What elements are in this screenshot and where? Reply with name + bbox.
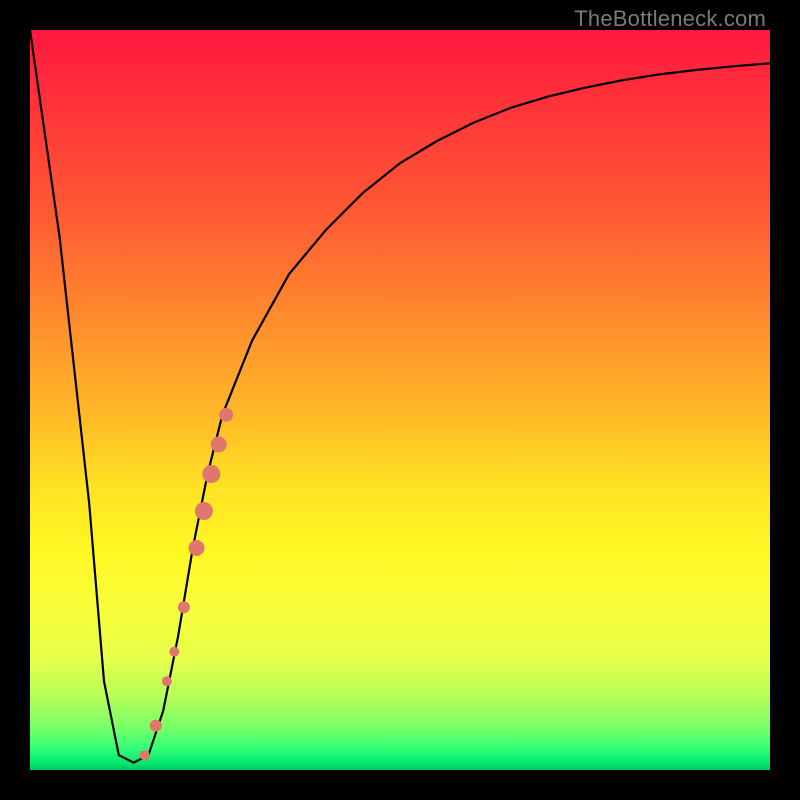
chart-frame: TheBottleneck.com — [0, 0, 800, 800]
plot-area — [30, 30, 770, 770]
highlight-dot — [219, 408, 233, 422]
highlight-dot — [189, 540, 205, 556]
highlight-dot — [169, 647, 179, 657]
highlight-dot — [162, 676, 172, 686]
highlight-dot — [140, 750, 150, 760]
attribution-text: TheBottleneck.com — [574, 6, 766, 32]
highlight-dot — [211, 436, 227, 452]
bottleneck-curve — [30, 30, 770, 763]
highlight-dot — [150, 720, 162, 732]
curve-path — [30, 30, 770, 763]
curve-layer — [30, 30, 770, 770]
highlight-dot — [195, 502, 213, 520]
highlight-dot — [202, 465, 220, 483]
highlight-dot — [178, 601, 190, 613]
